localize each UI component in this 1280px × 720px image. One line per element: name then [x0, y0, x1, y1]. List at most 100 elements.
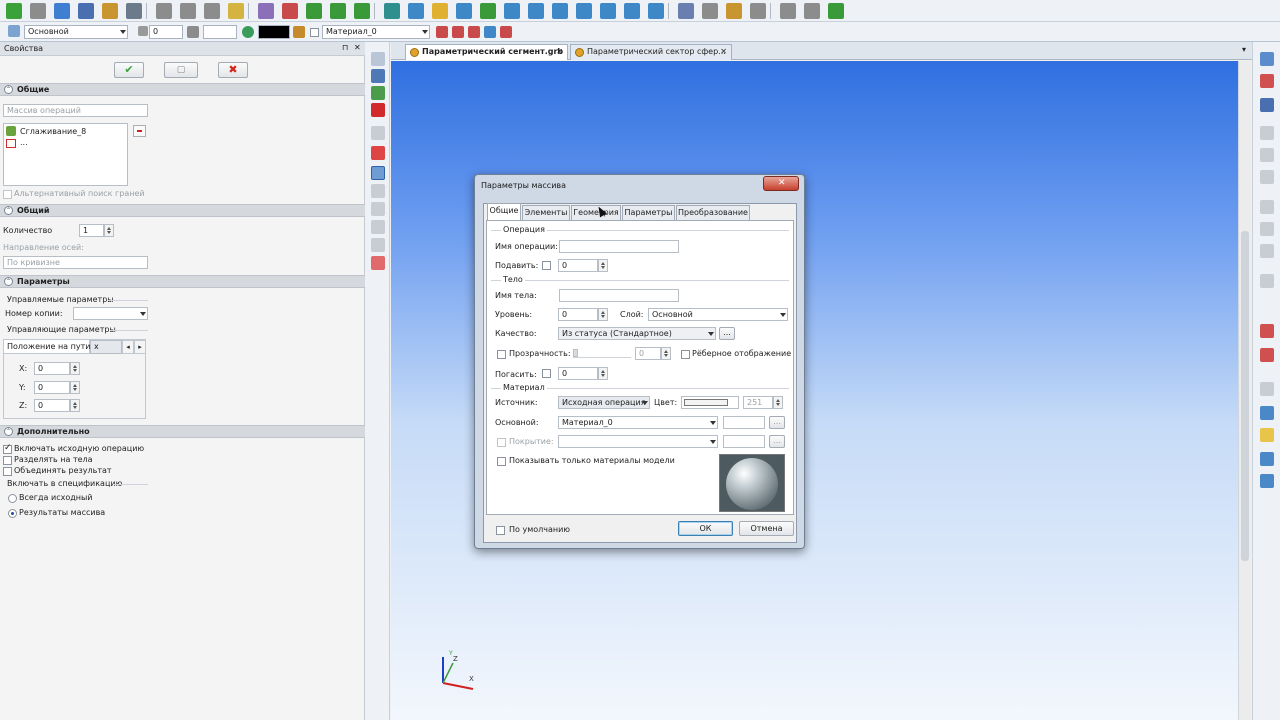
shaded-icon[interactable] [1260, 428, 1274, 442]
prev-arrow-icon[interactable]: ◂ [122, 340, 134, 354]
toolbar-command-icon[interactable] [780, 3, 796, 19]
section-general[interactable]: ⌃ Общий [0, 204, 365, 217]
body-name-input[interactable] [559, 289, 679, 302]
material-combo[interactable]: Материал_0 [322, 25, 430, 39]
transparency-checkbox[interactable] [497, 350, 506, 359]
toolbar-command-icon[interactable] [828, 3, 844, 19]
point-icon[interactable] [371, 184, 385, 198]
toolbar-command-icon[interactable] [552, 3, 568, 19]
pin-icon[interactable]: ⊓ [342, 43, 348, 52]
list-item[interactable]: Сглаживание_8 [20, 126, 86, 137]
coating-field[interactable] [723, 435, 765, 448]
suppress-input[interactable]: 0 [558, 259, 598, 272]
toolbar-command-icon[interactable] [30, 3, 46, 19]
zoom-all-icon[interactable] [1260, 244, 1274, 258]
cancel-select-icon[interactable] [1260, 74, 1274, 88]
tab-parameters[interactable]: Параметры [622, 205, 675, 220]
toolbar-command-icon[interactable] [330, 3, 346, 19]
array-results-radio[interactable] [8, 509, 17, 518]
coating-select[interactable] [558, 435, 718, 448]
default-checkbox[interactable] [496, 526, 505, 535]
operation-name-input[interactable] [559, 240, 679, 253]
toolbar-command-icon[interactable] [804, 3, 820, 19]
color-spinner[interactable] [773, 396, 783, 409]
tab-sector[interactable]: Параметрический сектор сфер... ✕ [570, 44, 732, 60]
fit-icon[interactable] [1260, 148, 1274, 162]
linetype-combo[interactable] [203, 25, 237, 39]
hidden-icon[interactable] [1260, 382, 1274, 396]
window-icon[interactable] [1260, 474, 1274, 488]
model-materials-checkbox[interactable] [497, 457, 506, 466]
extinguish-spinner[interactable] [598, 367, 608, 380]
zoom-out-icon[interactable] [1260, 222, 1274, 236]
extinguish-input[interactable]: 0 [558, 367, 598, 380]
toolbar-command-icon[interactable] [126, 3, 142, 19]
toolbar-command-icon[interactable] [624, 3, 640, 19]
transparency-spinner[interactable] [661, 347, 671, 360]
toolbar-command-icon[interactable] [102, 3, 118, 19]
section-params[interactable]: ⌃ Параметры [0, 275, 365, 288]
cancel-panel-button[interactable]: ✖ [218, 62, 248, 78]
edge-icon[interactable] [371, 238, 385, 252]
main-material-field[interactable] [723, 416, 765, 429]
toolbar-command-icon[interactable] [258, 3, 274, 19]
vertical-scrollbar[interactable] [1238, 61, 1251, 720]
section-icon[interactable] [1260, 452, 1274, 466]
toolbar-command-icon[interactable] [726, 3, 742, 19]
array-type-select[interactable]: Массив операций [3, 104, 148, 117]
level-input[interactable]: 0 [558, 308, 598, 321]
layer-combo[interactable]: Основной [24, 25, 128, 39]
toolbar-command-icon[interactable] [6, 3, 22, 19]
tree-icon[interactable] [371, 86, 385, 100]
coating-checkbox[interactable] [497, 438, 506, 447]
color-number-input[interactable]: 251 [743, 396, 773, 409]
edge-display-checkbox[interactable] [681, 350, 690, 359]
toolbar-command-icon[interactable] [354, 3, 370, 19]
toolbar-command-icon[interactable] [180, 3, 196, 19]
toolbar-command-icon[interactable] [648, 3, 664, 19]
zoom-in-icon[interactable] [1260, 200, 1274, 214]
x-spinner[interactable] [70, 362, 80, 375]
check-icon[interactable] [371, 52, 385, 66]
vector-icon[interactable] [371, 202, 385, 216]
orbit-icon[interactable] [1260, 274, 1274, 288]
include-source-checkbox[interactable] [3, 443, 12, 454]
z-input[interactable]: 0 [34, 399, 70, 412]
quality-more-button[interactable]: ... [719, 327, 735, 340]
suppress-checkbox[interactable] [542, 261, 551, 270]
copy-number-select[interactable] [73, 307, 148, 320]
tab-general[interactable]: Общие [487, 203, 521, 220]
tab-transformation[interactable]: Преобразование [676, 205, 750, 220]
filter-2-icon[interactable] [1260, 348, 1274, 362]
apply-button[interactable]: ✔ [114, 62, 144, 78]
color-swatch[interactable] [258, 25, 290, 39]
style-icon-5[interactable] [500, 26, 512, 38]
filter-icon[interactable] [1260, 324, 1274, 338]
ok-button[interactable]: ОК [678, 521, 733, 536]
level-field[interactable]: 0 [149, 25, 183, 39]
toolbar-command-icon[interactable] [702, 3, 718, 19]
x-input[interactable]: 0 [34, 362, 70, 375]
axis-icon[interactable] [371, 256, 385, 270]
alt-face-search-checkbox[interactable] [3, 190, 12, 199]
always-source-radio[interactable] [8, 494, 17, 503]
style-icon-3[interactable] [468, 26, 480, 38]
path-position-tab[interactable]: Положение на пути [4, 340, 90, 354]
tabs-menu-icon[interactable]: ▾ [1242, 45, 1246, 54]
source-select[interactable]: Исходная операция [558, 396, 650, 409]
toolbar-command-icon[interactable] [384, 3, 400, 19]
remove-item-button[interactable] [133, 125, 146, 137]
level-spinner[interactable] [598, 308, 608, 321]
split-bodies-checkbox[interactable] [3, 456, 12, 465]
dialog-close-button[interactable] [763, 176, 799, 191]
axis-direction-select[interactable]: По кривизне [3, 256, 148, 269]
view-cube-icon[interactable] [1260, 406, 1274, 420]
next-arrow-icon[interactable]: ▸ [134, 340, 146, 354]
merge-result-checkbox[interactable] [3, 467, 12, 476]
y-spinner[interactable] [70, 381, 80, 394]
toolbar-command-icon[interactable] [156, 3, 172, 19]
toolbar-command-icon[interactable] [600, 3, 616, 19]
copy-icon[interactable] [371, 126, 385, 140]
count-input[interactable]: 1 [79, 224, 104, 237]
z-spinner[interactable] [70, 399, 80, 412]
